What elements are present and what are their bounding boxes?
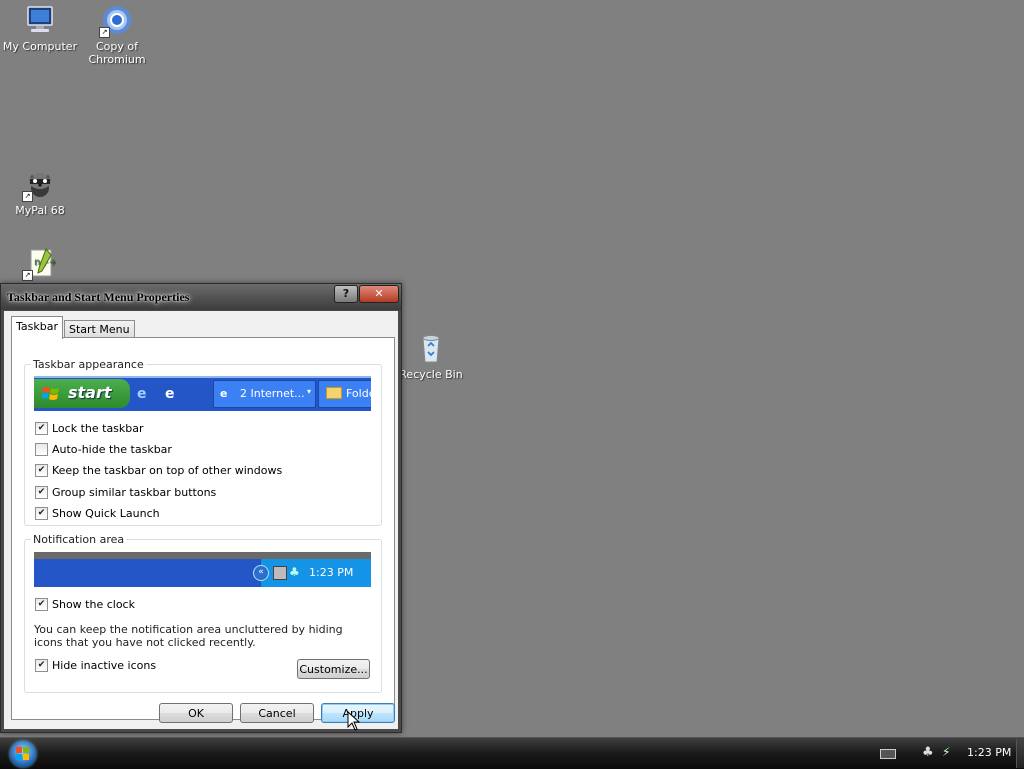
quick-launch-option[interactable]: ✔ Show Quick Launch <box>35 506 160 521</box>
raccoon-icon: ↗ <box>22 168 56 202</box>
close-button[interactable]: ✕ <box>359 285 399 303</box>
dialog-client-area: Taskbar Start Menu Taskbar appearance st… <box>4 311 398 729</box>
notification-preview: « ♣ 1:23 PM <box>34 552 371 587</box>
dialog-title: Taskbar and Start Menu Properties <box>7 290 190 304</box>
shortcut-arrow-icon: ↗ <box>22 191 33 202</box>
task-label: 2 Internet... <box>240 387 305 400</box>
task-label: Folde <box>346 387 371 400</box>
desktop-icon-chromium[interactable]: ↗ Copy of Chromium <box>78 4 156 66</box>
desktop-icon-mypal[interactable]: ↗ MyPal 68 <box>1 168 79 217</box>
hide-inactive-checkbox[interactable]: ✔ <box>35 658 48 672</box>
network-icon <box>273 566 287 580</box>
group-similar-checkbox[interactable]: ✔ <box>35 485 48 499</box>
hide-inactive-option[interactable]: ✔ Hide inactive icons <box>35 658 157 673</box>
title-bar[interactable]: Taskbar and Start Menu Properties ? ✕ <box>1 284 401 310</box>
ok-button[interactable]: OK <box>159 703 233 723</box>
taskbar: ♣ ⚡ 1:23 PM <box>0 737 1024 769</box>
option-label: Keep the taskbar on top of other windows <box>52 464 283 477</box>
auto-hide-option[interactable]: Auto-hide the taskbar <box>35 442 172 457</box>
show-clock-option[interactable]: ✔ Show the clock <box>35 597 135 612</box>
close-icon: ✕ <box>374 287 384 300</box>
taskbar-clock[interactable]: 1:23 PM <box>967 746 1011 759</box>
windows-logo-icon <box>16 747 29 760</box>
shortcut-arrow-icon: ↗ <box>22 270 33 281</box>
ie-icon: e <box>165 386 175 402</box>
start-button-preview: start <box>34 379 130 408</box>
tray-app-icon[interactable]: ♣ <box>922 745 934 760</box>
tray-app-icon: ♣ <box>289 565 300 579</box>
option-label: Hide inactive icons <box>52 659 157 672</box>
tab-taskbar[interactable]: Taskbar <box>11 316 63 339</box>
expand-tray-icon: « <box>253 565 269 581</box>
desktop-icon-recycle-bin[interactable]: Recycle Bin <box>392 332 470 381</box>
group-similar-option[interactable]: ✔ Group similar taskbar buttons <box>35 485 217 500</box>
chromium-icon: ↗ <box>99 4 133 38</box>
desktop-icon-app[interactable]: n++ ↗ <box>1 247 79 283</box>
lock-taskbar-checkbox[interactable]: ✔ <box>35 421 48 435</box>
tab-start-menu[interactable]: Start Menu <box>64 320 135 338</box>
network-icon[interactable]: ⚡ <box>942 745 950 759</box>
group-label: Taskbar appearance <box>31 358 146 371</box>
lock-taskbar-option[interactable]: ✔ Lock the taskbar <box>35 421 144 436</box>
keep-on-top-checkbox[interactable]: ✔ <box>35 463 48 477</box>
taskbar-properties-dialog: Taskbar and Start Menu Properties ? ✕ Ta… <box>0 283 402 733</box>
desktop-icon-label: Recycle Bin <box>399 368 463 381</box>
cancel-button[interactable]: Cancel <box>240 703 314 723</box>
keyboard-icon[interactable] <box>880 749 896 759</box>
start-orb-button[interactable] <box>10 741 36 767</box>
ie-icon: e <box>137 386 147 402</box>
notification-description: You can keep the notification area unclu… <box>34 623 343 649</box>
dropdown-arrow-icon: ▾ <box>307 387 312 396</box>
desktop-icon-label: MyPal 68 <box>15 204 65 217</box>
recycle-bin-icon <box>415 332 447 364</box>
keep-on-top-option[interactable]: ✔ Keep the taskbar on top of other window… <box>35 463 283 478</box>
folder-icon <box>326 387 342 399</box>
ie-icon: e <box>220 387 228 400</box>
desktop-icon-label: Copy of Chromium <box>88 40 146 66</box>
start-label: start <box>68 383 112 402</box>
quick-launch-checkbox[interactable]: ✔ <box>35 506 48 520</box>
tray-preview: « ♣ 1:23 PM <box>253 559 371 587</box>
computer-icon <box>24 4 56 36</box>
group-label: Notification area <box>31 533 127 546</box>
mouse-cursor-icon <box>347 711 361 731</box>
option-label: Auto-hide the taskbar <box>52 443 172 456</box>
auto-hide-checkbox[interactable] <box>35 442 48 456</box>
windows-flag-icon <box>42 387 59 400</box>
taskbar-preview-button: e 2 Internet... ▾ <box>213 380 316 408</box>
show-desktop-button[interactable] <box>1016 739 1024 768</box>
show-clock-checkbox[interactable]: ✔ <box>35 597 48 611</box>
taskbar-preview: start e e e 2 Internet... ▾ Folde <box>34 376 371 411</box>
tray-preview-time: 1:23 PM <box>309 566 354 579</box>
option-label: Show Quick Launch <box>52 507 160 520</box>
notepad-plus-icon: n++ ↗ <box>22 247 57 281</box>
taskbar-preview-button: Folde <box>318 380 371 408</box>
option-label: Lock the taskbar <box>52 422 144 435</box>
desktop-icon-label: My Computer <box>2 40 78 53</box>
shortcut-arrow-icon: ↗ <box>99 27 110 38</box>
option-label: Group similar taskbar buttons <box>52 486 217 499</box>
help-button[interactable]: ? <box>334 285 358 303</box>
option-label: Show the clock <box>52 598 135 611</box>
customize-button[interactable]: Customize... <box>297 659 370 679</box>
desktop-icon-my-computer[interactable]: My Computer <box>1 4 79 53</box>
help-icon: ? <box>342 287 350 300</box>
taskbar-tab-panel: Taskbar appearance start e e e 2 Interne… <box>11 337 395 720</box>
